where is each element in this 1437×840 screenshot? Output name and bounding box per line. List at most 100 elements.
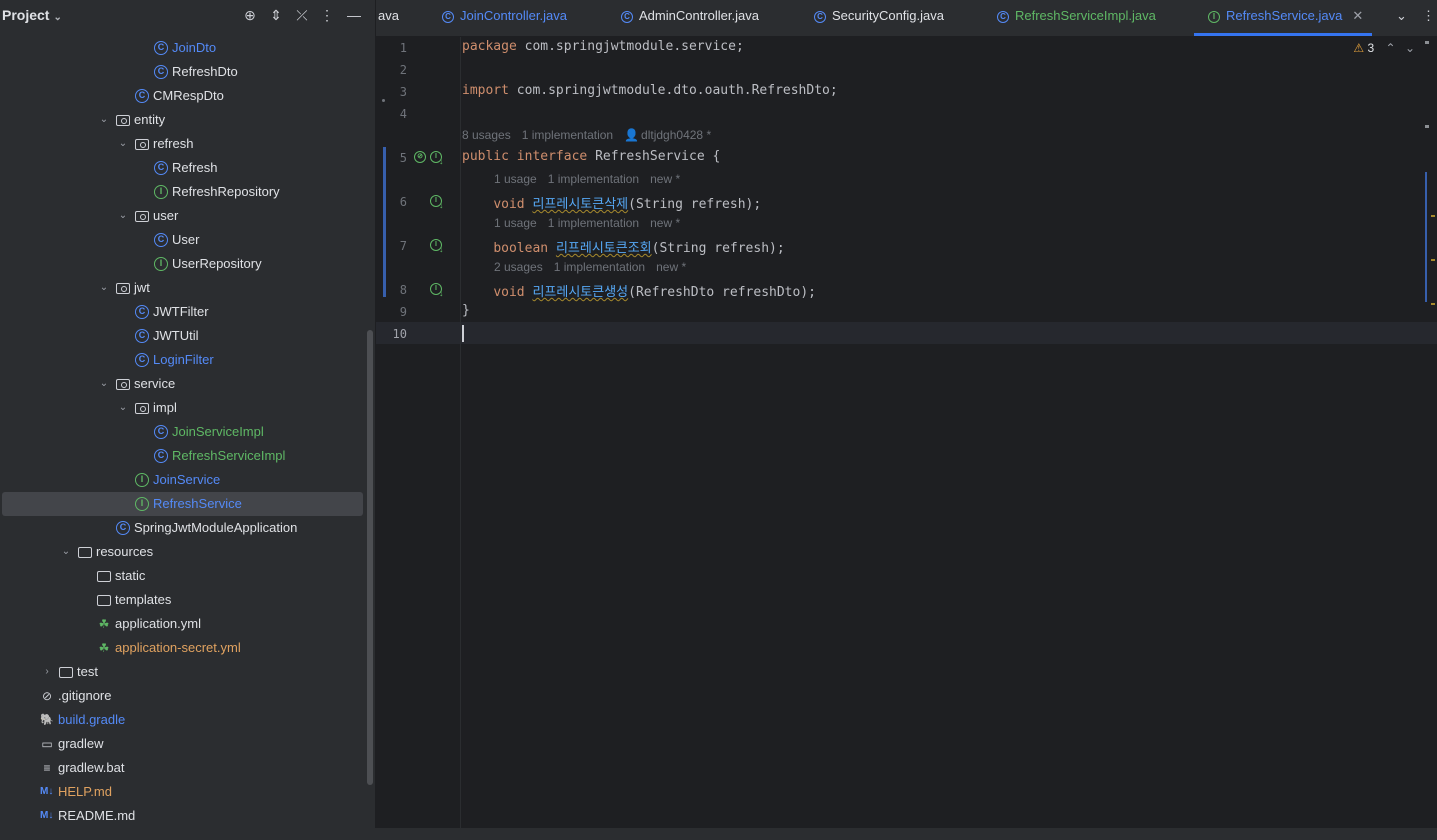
next-highlight-icon[interactable]: ⌄ (1405, 41, 1415, 55)
locate-file-icon[interactable]: ⊕ (241, 6, 259, 24)
tree-item-label: LoginFilter (153, 352, 214, 367)
hide-panel-icon[interactable]: — (345, 6, 363, 24)
tree-item[interactable]: ▭ gradlew (0, 732, 365, 756)
tree-item[interactable]: › test (0, 660, 365, 684)
tree-item[interactable]: C SpringJwtModuleApplication (0, 516, 365, 540)
tree-item[interactable]: I UserRepository (0, 252, 365, 276)
tree-item[interactable]: ≡ gradlew.bat (0, 756, 365, 780)
vcs-change-marker[interactable] (383, 147, 386, 297)
tree-item[interactable]: ☘ application-secret.yml (0, 636, 365, 660)
tree-item[interactable]: C User (0, 228, 365, 252)
project-tree-scrollbar[interactable] (367, 330, 373, 785)
interface-icon: I (135, 473, 149, 487)
tree-item[interactable]: I RefreshRepository (0, 180, 365, 204)
code-vision-hint[interactable]: 1 usage 1 implementation new * (494, 172, 691, 186)
project-tool-window: Project ⌄ ⊕ ⇕ ⤫ ⋮ — C JoinDto C RefreshDto C C… (0, 0, 376, 828)
tree-item[interactable]: M↓ HELP.md (0, 780, 365, 804)
editor-scrollbar[interactable] (1423, 37, 1437, 828)
tree-item-label: test (77, 664, 98, 679)
chevron-down-icon[interactable]: ⌄ (117, 132, 129, 156)
tree-item-label: build.gradle (58, 712, 126, 727)
tree-item[interactable]: C RefreshServiceImpl (0, 444, 365, 468)
tabs-list-chevron-icon[interactable]: ⌄ (1396, 0, 1407, 36)
tree-item-label: application-secret.yml (115, 640, 241, 655)
package-icon (135, 211, 149, 222)
code-vision-hint[interactable]: 1 usage 1 implementation new * (494, 216, 691, 230)
chevron-down-icon[interactable]: ⌄ (98, 276, 110, 300)
tab-refreshservice[interactable]: I RefreshService.java ✕ (1194, 0, 1372, 36)
code-editor[interactable]: 1 2 3 4 5 6 7 8 9 10 ⊘ I ↓ I ↓ I ↓ I ↓ p… (376, 37, 1437, 828)
tree-item[interactable]: ⌄ refresh (0, 132, 365, 156)
prev-highlight-icon[interactable]: ⌃ (1386, 41, 1396, 55)
scroll-change-marker (1425, 172, 1427, 302)
tree-item[interactable]: C JWTFilter (0, 300, 365, 324)
tree-item[interactable]: ☘ application.yml (0, 612, 365, 636)
code-line-7: boolean 리프레시토큰조회(String refresh); (493, 241, 785, 256)
tab-refreshserviceimpl[interactable]: C RefreshServiceImpl.java (997, 0, 1156, 36)
expand-all-icon[interactable]: ⇕ (267, 6, 285, 24)
collapse-all-icon[interactable]: ⤫ (293, 6, 311, 24)
chevron-right-icon[interactable]: › (41, 660, 53, 684)
class-icon: C (154, 233, 168, 247)
project-tree: C JoinDto C RefreshDto C CMRespDto ⌄ entity ⌄ ref… (0, 36, 365, 828)
class-icon: C (442, 10, 454, 23)
line-number: 9 (399, 305, 407, 319)
tree-item-label: gradlew (58, 736, 104, 751)
code-line-8: void 리프레시토큰생성(RefreshDto refreshDto); (493, 285, 816, 300)
tree-item[interactable]: templates (0, 588, 365, 612)
tab-label: RefreshService.java (1226, 8, 1343, 23)
scroll-warning-marker (1431, 303, 1435, 305)
tab-admincontroller[interactable]: C AdminController.java (621, 0, 759, 36)
status-bar-edge (0, 828, 1437, 840)
tree-item-label: refresh (153, 136, 194, 151)
chevron-down-icon[interactable]: ⌄ (117, 204, 129, 228)
tree-item[interactable]: C Refresh (0, 156, 365, 180)
editor-gutter: 1 2 3 4 5 6 7 8 9 10 ⊘ I ↓ I ↓ I ↓ I ↓ (376, 37, 461, 828)
code-vision-hint[interactable]: 8 usages 1 implementation 👤 dltjdgh0428 * (462, 128, 722, 142)
tree-item[interactable]: ⌄ impl (0, 396, 365, 420)
tree-item[interactable]: ⌄ user (0, 204, 365, 228)
tree-item[interactable]: ⊘ .gitignore (0, 684, 365, 708)
code-vision-hint[interactable]: 2 usages 1 implementation new * (494, 260, 697, 274)
tabs-more-icon[interactable]: ⋮ (1422, 0, 1435, 36)
tree-item-label: entity (134, 112, 166, 127)
tree-item[interactable]: C RefreshDto (0, 60, 365, 84)
tab-partial[interactable]: ava (378, 0, 399, 36)
tree-item[interactable]: C JWTUtil (0, 324, 365, 348)
scroll-marker (1425, 125, 1429, 128)
tree-item[interactable]: C JoinServiceImpl (0, 420, 365, 444)
chevron-down-icon[interactable]: ⌄ (98, 108, 110, 132)
close-icon[interactable]: ✕ (1352, 8, 1363, 23)
chevron-down-icon[interactable]: ⌄ (60, 540, 72, 564)
author-icon: 👤 (624, 128, 640, 142)
tree-item[interactable]: ⌄ entity (0, 108, 365, 132)
tree-item-label: JoinServiceImpl (172, 424, 264, 439)
tree-item[interactable]: static (0, 564, 365, 588)
spring-bean-icon[interactable]: ⊘ (414, 151, 426, 163)
tree-item[interactable]: C JoinDto (0, 36, 365, 60)
line-number: 2 (399, 63, 407, 77)
tab-joincontroller[interactable]: C JoinController.java (442, 0, 567, 36)
yaml-spring-icon: ☘ (98, 617, 110, 631)
tree-item[interactable]: I JoinService (0, 468, 365, 492)
chevron-down-icon[interactable]: ⌄ (117, 396, 129, 420)
line-number: 8 (399, 283, 407, 297)
inspection-widget[interactable]: ⚠ 3 ⌃ ⌄ (1353, 41, 1415, 55)
tree-item[interactable]: ⌄ jwt (0, 276, 365, 300)
arrow-down-icon: ↓ (439, 288, 444, 298)
tree-item[interactable]: C CMRespDto (0, 84, 365, 108)
chevron-down-icon[interactable]: ⌄ (98, 372, 110, 396)
tree-item[interactable]: ⌄ service (0, 372, 365, 396)
tree-item[interactable]: 🐘 build.gradle (0, 708, 365, 732)
code-line-3: import com.springjwtmodule.dto.oauth.Ref… (462, 83, 838, 98)
tree-item[interactable]: ⌄ resources (0, 540, 365, 564)
more-options-icon[interactable]: ⋮ (318, 6, 336, 24)
tree-item[interactable]: C LoginFilter (0, 348, 365, 372)
tree-item[interactable]: I RefreshService (2, 492, 363, 516)
tree-item[interactable]: M↓ README.md (0, 804, 365, 828)
tree-item-label: RefreshRepository (172, 184, 280, 199)
tree-item-label: static (115, 568, 146, 583)
class-icon: C (135, 305, 149, 319)
project-view-selector[interactable]: Project ⌄ (2, 7, 62, 23)
tab-securityconfig[interactable]: C SecurityConfig.java (814, 0, 944, 36)
